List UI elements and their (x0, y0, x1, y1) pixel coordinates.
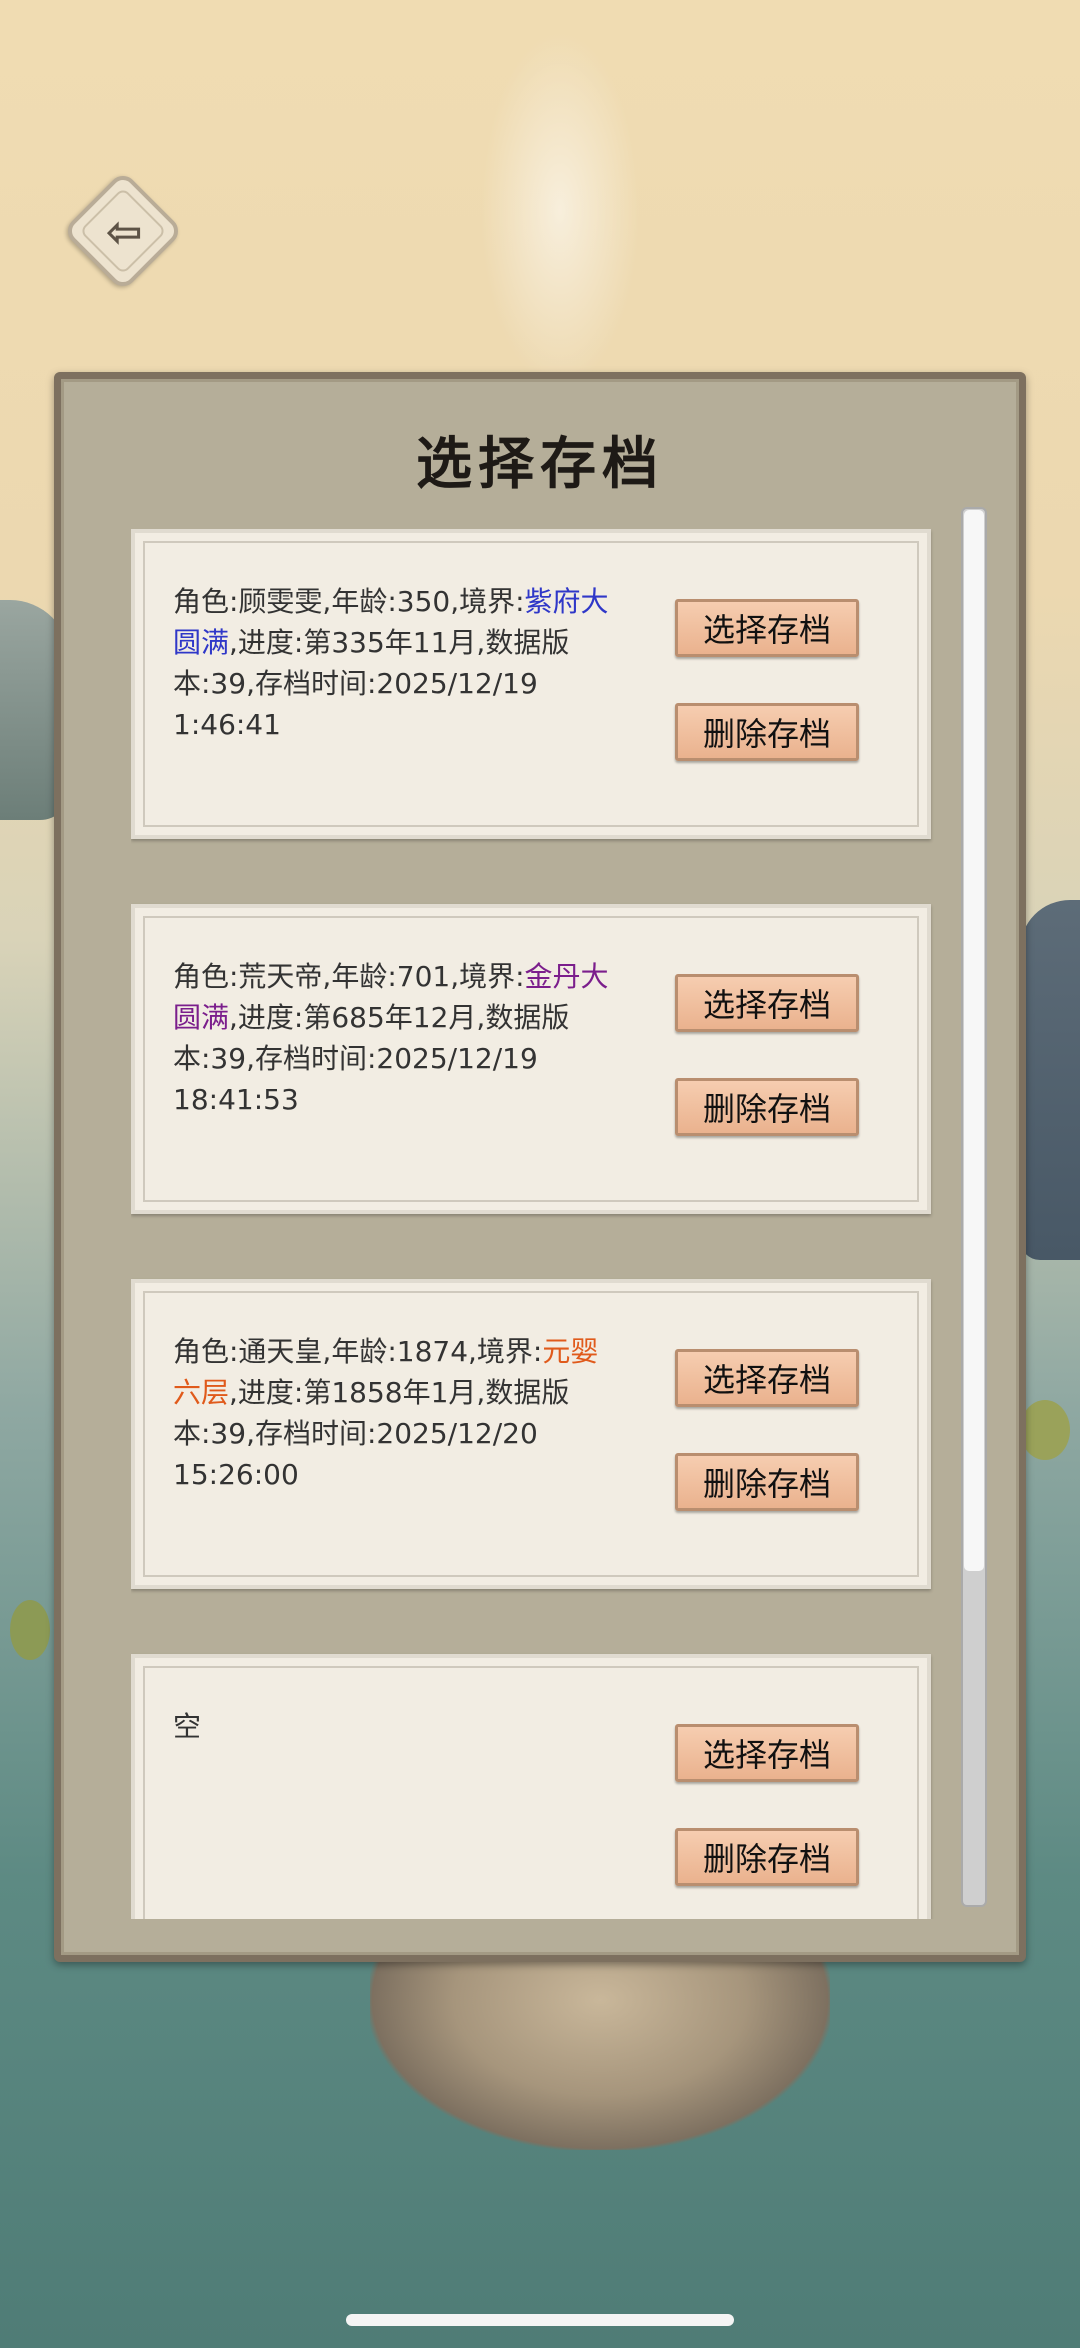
cliff-right-decoration (1020, 900, 1080, 1260)
page-title: 选择存档 (416, 431, 664, 497)
select-save-button[interactable]: 选择存档 (675, 974, 859, 1032)
save-slot-card: 空 选择存档 删除存档 (131, 1654, 931, 1919)
select-save-button[interactable]: 选择存档 (675, 1724, 859, 1782)
save-slot-description: 角色:荒天帝,年龄:701,境界:金丹大圆满,进度:第685年12月,数据版本:… (173, 960, 609, 1116)
tree-right-decoration (1020, 1400, 1070, 1460)
back-arrow-icon[interactable]: ⇦ (84, 192, 164, 272)
delete-save-button[interactable]: 删除存档 (675, 1078, 859, 1136)
mist-decoration (480, 30, 640, 390)
save-slot-description: 角色:通天皇,年龄:1874,境界:元婴六层,进度:第1858年1月,数据版本:… (173, 1335, 599, 1491)
tree-left-decoration (10, 1600, 50, 1660)
delete-save-button[interactable]: 删除存档 (675, 1828, 859, 1886)
save-slot-card: 角色:顾雯雯,年龄:350,境界:紫府大圆满,进度:第335年11月,数据版本:… (131, 529, 931, 839)
save-slot-description: 角色:顾雯雯,年龄:350,境界:紫府大圆满,进度:第335年11月,数据版本:… (173, 585, 609, 741)
home-indicator[interactable] (346, 2314, 734, 2326)
save-select-panel: 选择存档 角色:顾雯雯,年龄:350,境界:紫府大圆满,进度:第335年11月,… (54, 372, 1026, 1962)
save-slot-description: 空 (173, 1710, 202, 1743)
select-save-button[interactable]: 选择存档 (675, 1349, 859, 1407)
scrollbar[interactable] (961, 507, 987, 1907)
delete-save-button[interactable]: 删除存档 (675, 703, 859, 761)
select-save-button[interactable]: 选择存档 (675, 599, 859, 657)
save-slot-card: 角色:通天皇,年龄:1874,境界:元婴六层,进度:第1858年1月,数据版本:… (131, 1279, 931, 1589)
delete-save-button[interactable]: 删除存档 (675, 1453, 859, 1511)
save-slot-list[interactable]: 角色:顾雯雯,年龄:350,境界:紫府大圆满,进度:第335年11月,数据版本:… (131, 529, 941, 1919)
save-slot-card: 角色:荒天帝,年龄:701,境界:金丹大圆满,进度:第685年12月,数据版本:… (131, 904, 931, 1214)
scrollbar-thumb[interactable] (964, 510, 984, 1571)
